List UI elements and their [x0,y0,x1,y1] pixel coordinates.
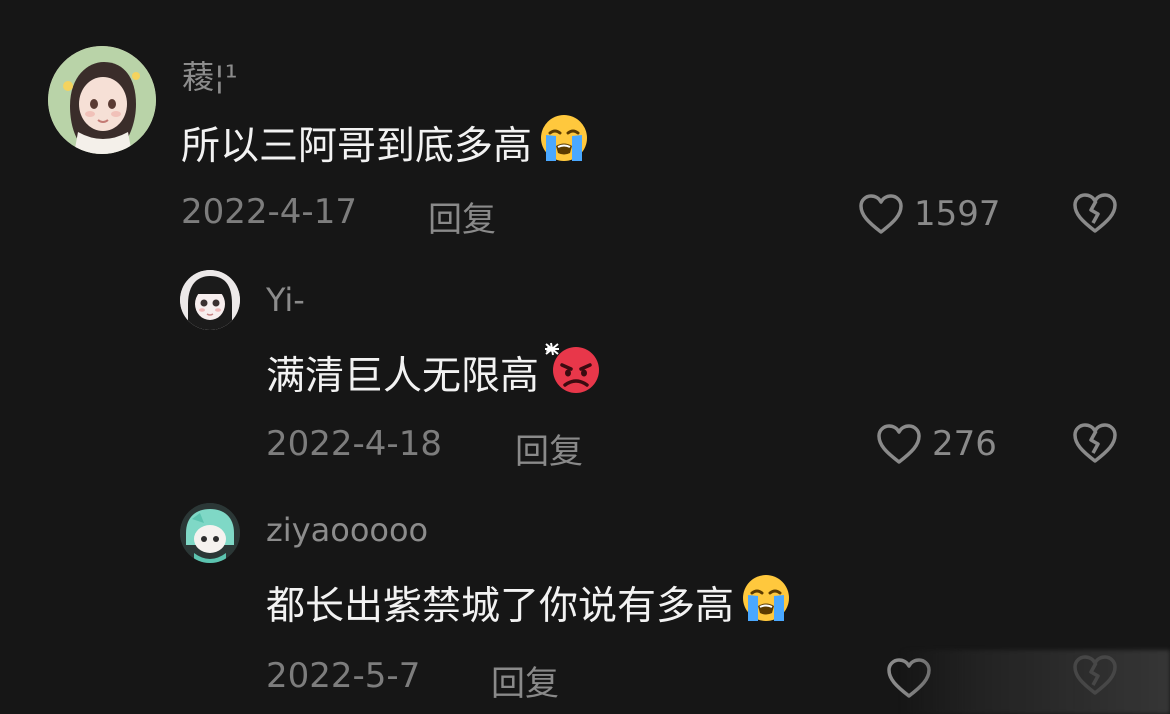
comment-text-content: 都长出紫禁城了你说有多高 [266,584,735,629]
avatar[interactable] [48,46,156,154]
comment-text-content: 满清巨人无限高 [266,354,540,399]
dislike-button[interactable] [1072,422,1118,468]
loudly-crying-face-icon [738,573,794,633]
username[interactable]: ziyaooooo [266,511,428,549]
avatar[interactable] [180,270,240,330]
comment-text: 都长出紫禁城了你说有多高 [266,575,794,629]
comment-date: 2022-4-17 [181,192,357,232]
watermark-blur [900,650,1170,714]
reply-button[interactable]: 回复 [515,424,583,473]
broken-heart-icon [1073,193,1117,233]
comment-date: 2022-4-18 [266,424,442,464]
reply-button[interactable]: 回复 [428,192,496,241]
broken-heart-icon [1073,423,1117,463]
comment-text: 满清巨人无限高 [266,342,605,399]
username[interactable]: 薐¦¹ [182,52,238,98]
loudly-crying-face-icon [536,113,592,173]
username[interactable]: Yi- [266,281,305,319]
avatar[interactable] [180,503,240,563]
reply-button[interactable]: 回复 [491,656,559,705]
like-button[interactable]: 276 [876,420,997,468]
like-button[interactable]: 1597 [858,190,1001,238]
avatar-girl-illustration [180,270,240,330]
avatar-girl-illustration [48,46,156,154]
heart-icon [877,424,921,464]
comment-text: 所以三阿哥到底多高 [181,115,592,169]
comment-date: 2022-5-7 [266,656,421,696]
comment-text-content: 所以三阿哥到底多高 [181,124,533,169]
angry-face-with-symbols-icon [543,341,605,405]
dislike-button[interactable] [1072,192,1118,238]
heart-icon [859,194,903,234]
like-count: 276 [932,424,997,464]
like-count: 1597 [914,194,1001,234]
avatar-character-illustration [180,503,240,563]
